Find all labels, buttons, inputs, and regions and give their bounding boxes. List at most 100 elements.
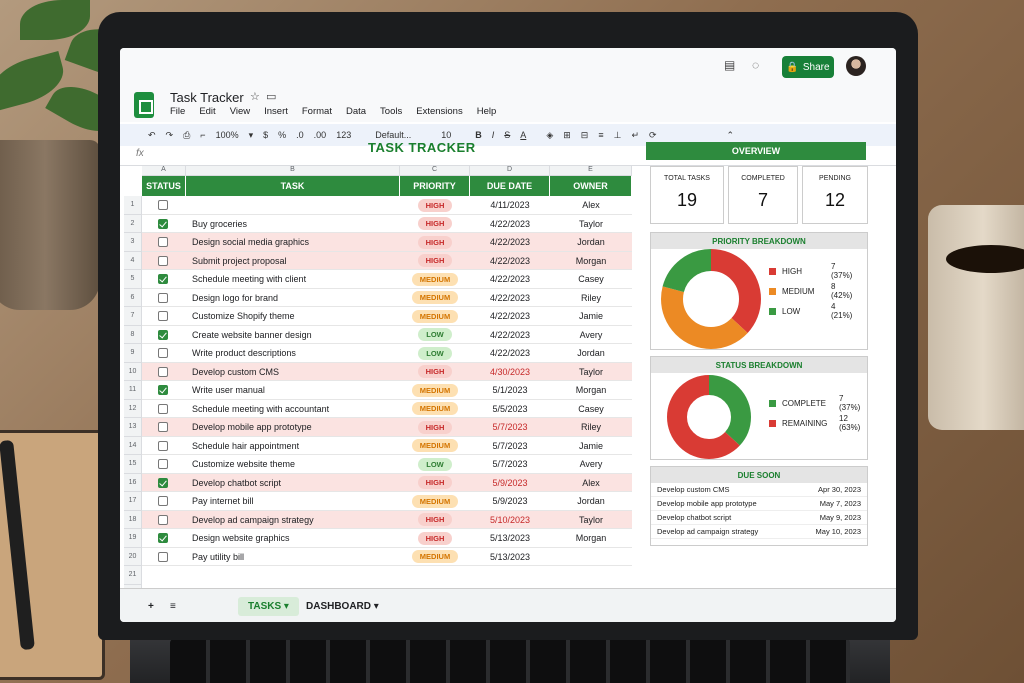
owner-cell[interactable]: Morgan [550, 529, 632, 547]
italic-button[interactable]: I [492, 130, 495, 140]
due-date-cell[interactable]: 5/13/2023 [470, 548, 550, 566]
status-checkbox[interactable] [158, 533, 168, 543]
header-priority[interactable]: PRIORITY [400, 176, 470, 196]
decrease-decimal-button[interactable]: .0 [296, 130, 304, 140]
owner-cell[interactable]: Taylor [550, 215, 632, 233]
priority-cell[interactable]: MEDIUM [400, 381, 470, 399]
print-icon[interactable]: ⎙ [183, 130, 190, 141]
collapse-toolbar-icon[interactable]: ⌃ [727, 130, 735, 141]
due-date-cell[interactable]: 4/22/2023 [470, 215, 550, 233]
owner-cell[interactable]: Jordan [550, 233, 632, 251]
status-cell[interactable] [158, 511, 172, 529]
priority-cell[interactable]: LOW [400, 455, 470, 473]
menu-extensions[interactable]: Extensions [416, 106, 462, 117]
priority-cell[interactable]: HIGH [400, 252, 470, 270]
owner-cell[interactable]: Taylor [550, 363, 632, 381]
wrap-icon[interactable]: ↵ [631, 130, 639, 141]
rotate-icon[interactable]: ⟳ [649, 130, 657, 141]
status-checkbox[interactable] [158, 237, 168, 247]
status-cell[interactable] [158, 363, 172, 381]
due-date-cell[interactable]: 5/10/2023 [470, 511, 550, 529]
task-cell[interactable]: Create website banner design [192, 326, 402, 344]
due-soon-item[interactable]: Develop chatbot script May 9, 2023 [651, 511, 867, 525]
status-checkbox[interactable] [158, 422, 168, 432]
status-checkbox[interactable] [158, 366, 168, 377]
text-color-button[interactable]: A [520, 130, 526, 140]
tab-dashboard[interactable]: DASHBOARD ▾ [296, 597, 389, 616]
font-select[interactable]: Default... [375, 130, 411, 140]
status-cell[interactable] [158, 474, 172, 492]
meet-icon[interactable]: ◌ [752, 58, 759, 72]
priority-cell[interactable]: HIGH [400, 215, 470, 233]
bold-button[interactable]: B [475, 130, 482, 140]
priority-cell[interactable]: MEDIUM [400, 270, 470, 288]
task-cell[interactable]: Submit project proposal [192, 252, 402, 270]
due-date-cell[interactable]: 4/22/2023 [470, 326, 550, 344]
strikethrough-button[interactable]: S [504, 130, 510, 140]
row-number[interactable]: 11 [124, 381, 142, 400]
paint-format-icon[interactable]: ⌐ [200, 130, 205, 140]
due-date-cell[interactable]: 4/11/2023 [470, 196, 550, 214]
priority-cell[interactable]: HIGH [400, 474, 470, 492]
header-status[interactable]: STATUS [142, 176, 186, 196]
row-number[interactable]: 2 [124, 214, 142, 233]
row-number[interactable]: 16 [124, 473, 142, 492]
task-cell[interactable]: Design social media graphics [192, 233, 402, 251]
status-cell[interactable] [158, 344, 172, 362]
status-checkbox[interactable] [158, 477, 168, 488]
sheets-logo-icon[interactable] [134, 92, 154, 118]
number-format-select[interactable]: 123 [336, 130, 351, 140]
status-cell[interactable] [158, 418, 172, 436]
priority-cell[interactable]: MEDIUM [400, 437, 470, 455]
due-date-cell[interactable]: 5/7/2023 [470, 437, 550, 455]
status-cell[interactable] [158, 233, 172, 251]
row-number[interactable]: 18 [124, 510, 142, 529]
row-number[interactable]: 1 [124, 196, 142, 215]
due-date-cell[interactable]: 4/22/2023 [470, 252, 550, 270]
status-cell[interactable] [158, 252, 172, 270]
status-cell[interactable] [158, 492, 172, 510]
row-number[interactable]: 10 [124, 362, 142, 381]
owner-cell[interactable]: Casey [550, 270, 632, 288]
row-number[interactable]: 12 [124, 399, 142, 418]
status-checkbox[interactable] [158, 200, 168, 210]
document-title[interactable]: Task Tracker [170, 90, 244, 105]
col-header-d[interactable]: D [470, 166, 550, 176]
due-soon-item[interactable]: Develop custom CMS Apr 30, 2023 [651, 483, 867, 497]
priority-cell[interactable]: HIGH [400, 233, 470, 251]
owner-cell[interactable]: Avery [550, 455, 632, 473]
owner-cell[interactable]: Jordan [550, 492, 632, 510]
owner-cell[interactable]: Jamie [550, 307, 632, 325]
owner-cell[interactable]: Jamie [550, 437, 632, 455]
menu-data[interactable]: Data [346, 106, 366, 117]
status-cell[interactable] [158, 381, 172, 399]
row-number[interactable]: 7 [124, 307, 142, 326]
row-number[interactable]: 14 [124, 436, 142, 455]
increase-decimal-button[interactable]: .00 [314, 130, 327, 140]
header-owner[interactable]: OWNER [550, 176, 632, 196]
menu-view[interactable]: View [230, 106, 250, 117]
task-cell[interactable] [192, 196, 402, 214]
header-task[interactable]: TASK [186, 176, 400, 196]
status-checkbox[interactable] [158, 311, 168, 321]
col-header-e[interactable]: E [550, 166, 632, 176]
star-icon[interactable]: ☆ [250, 90, 260, 103]
row-number[interactable]: 15 [124, 455, 142, 474]
status-checkbox[interactable] [158, 459, 168, 469]
task-cell[interactable]: Develop chatbot script [192, 474, 402, 492]
status-checkbox[interactable] [158, 385, 168, 395]
owner-cell[interactable]: Morgan [550, 381, 632, 399]
tab-tasks[interactable]: TASKS ▾ [238, 597, 299, 616]
due-date-cell[interactable]: 4/22/2023 [470, 344, 550, 362]
due-date-cell[interactable]: 5/5/2023 [470, 400, 550, 418]
move-folder-icon[interactable]: ▭ [266, 90, 276, 103]
status-checkbox[interactable] [158, 496, 168, 506]
task-cell[interactable]: Pay internet bill [192, 492, 402, 510]
redo-icon[interactable]: ↷ [166, 130, 174, 141]
status-cell[interactable] [158, 326, 172, 344]
owner-cell[interactable]: Morgan [550, 252, 632, 270]
status-checkbox[interactable] [158, 292, 168, 303]
status-cell[interactable] [158, 455, 172, 473]
task-cell[interactable]: Schedule meeting with client [192, 270, 402, 288]
percent-button[interactable]: % [278, 130, 286, 140]
